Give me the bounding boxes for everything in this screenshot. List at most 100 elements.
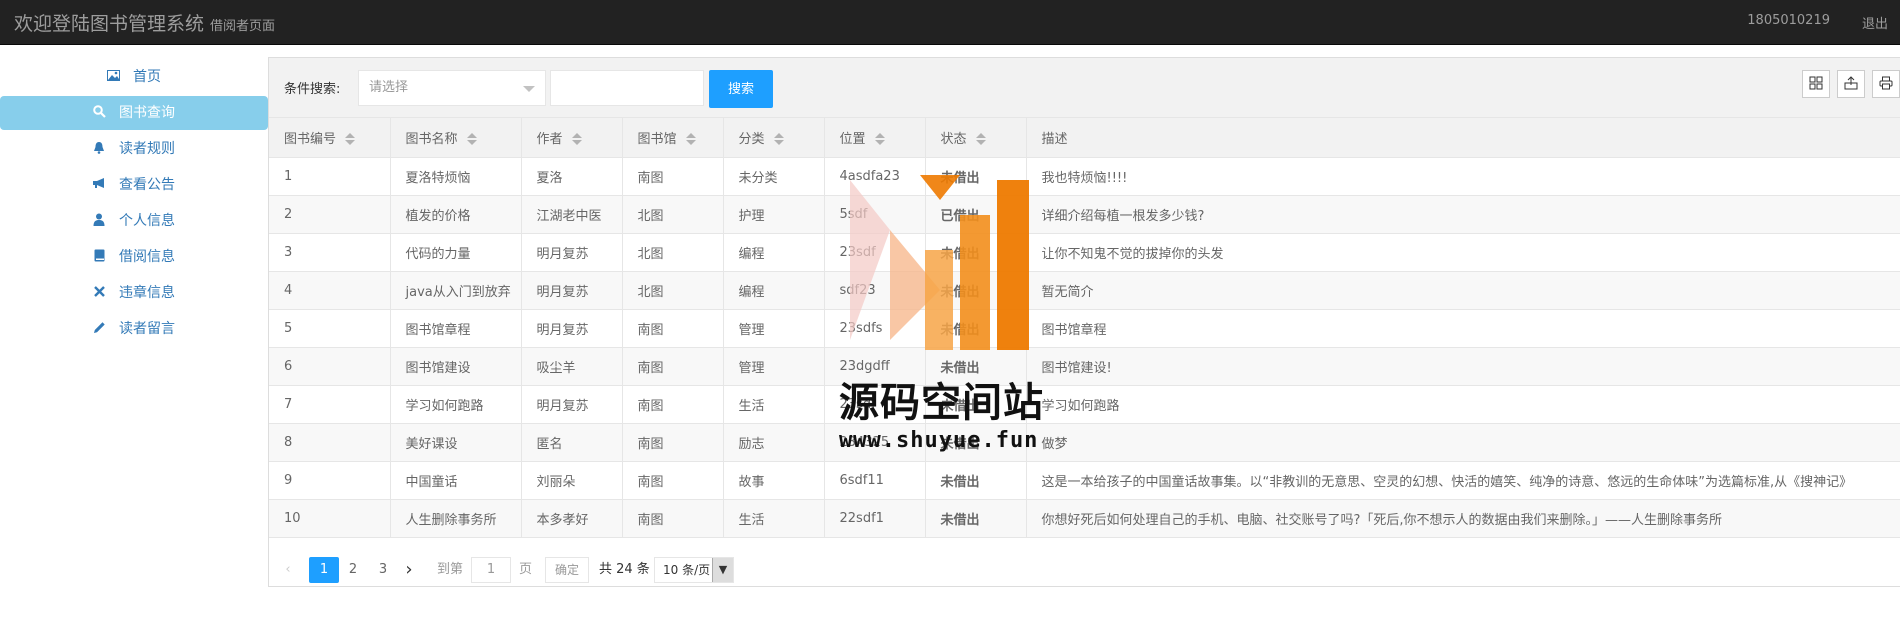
sidebar-item-home[interactable]: 首页	[0, 60, 268, 94]
sidebar-item-messages[interactable]: 读者留言	[0, 312, 268, 346]
table-row[interactable]: 1 夏洛特烦恼 夏洛 南图 未分类 4asdfa23 未借出 我也特烦恼!!!!	[269, 157, 1900, 196]
total-count: 共 24 条	[599, 562, 650, 577]
table-cell: 暂无简介	[1026, 271, 1900, 310]
remove-icon	[90, 276, 108, 310]
table-body: 1 夏洛特烦恼 夏洛 南图 未分类 4asdfa23 未借出 我也特烦恼!!!! 2 植发的价格江…	[269, 157, 1900, 538]
sidebar-item-label: 图书查询	[119, 105, 175, 121]
sidebar-item-label: 读者留言	[119, 321, 175, 337]
table-row[interactable]: 3 代码的力量 明月复苏 北图 编程 23sdf 未借出 让你不知鬼不觉的拔掉你的头发	[269, 233, 1900, 272]
search-button[interactable]: 搜索	[709, 70, 773, 108]
column-header[interactable]: 图书编号	[269, 118, 391, 158]
sort-icon[interactable]	[466, 133, 477, 146]
table-cell: 人生删除事务所	[390, 499, 522, 538]
column-header[interactable]: 位置	[824, 118, 926, 158]
export-icon[interactable]	[1837, 70, 1865, 98]
table-cell: 6	[269, 347, 391, 386]
table-row[interactable]: 2 植发的价格 江湖老中医 北图 护理 5sdf 已借出 详细介绍每植一根发多少钱?	[269, 195, 1900, 234]
main-panel: 条件搜索: 请选择 搜索 图书编号 图书名称 作者 图书馆 分类 位置 状态 描述 1 夏洛特烦…	[268, 57, 1900, 587]
sort-icon[interactable]	[571, 133, 582, 146]
user-icon	[90, 204, 108, 238]
prev-page-icon[interactable]: ‹	[281, 557, 295, 583]
page-size-select[interactable]: 10 条/页 ▼	[654, 557, 734, 583]
top-navbar: 欢迎登陆图书管理系统 借阅者页面 1805010219 退出	[0, 0, 1900, 45]
table-cell: 护理	[723, 195, 825, 234]
table-cell: 未借出	[925, 233, 1027, 272]
table-cell: 管理	[723, 309, 825, 348]
column-header[interactable]: 分类	[723, 118, 825, 158]
table-cell: 南图	[622, 309, 724, 348]
table-row[interactable]: 10 人生删除事务所 本多孝好 南图 生活 22sdf1 未借出 你想好死后如何处理自己的手机…	[269, 499, 1900, 538]
sidebar-item-personal-info[interactable]: 个人信息	[0, 204, 268, 238]
user-id[interactable]: 1805010219	[1747, 13, 1830, 28]
page-3-button[interactable]: 3	[371, 557, 395, 583]
page-subtitle: 借阅者页面	[210, 19, 276, 34]
sidebar-item-violations[interactable]: 违章信息	[0, 276, 268, 310]
table-cell: 23sdfs	[824, 309, 926, 348]
sort-icon[interactable]	[685, 133, 696, 146]
column-header-label: 作者	[536, 131, 563, 147]
sidebar-item-label: 违章信息	[119, 285, 175, 301]
print-icon[interactable]	[1872, 70, 1900, 98]
search-icon	[90, 96, 108, 130]
table-row[interactable]: 7 学习如何跑路 明月复苏 南图 生活 23sdf 未借出 学习如何跑路	[269, 385, 1900, 424]
column-header-label: 描述	[1041, 131, 1068, 147]
table-cell: 5	[269, 309, 391, 348]
table-cell: sdf23	[824, 271, 926, 310]
search-toolbar: 条件搜索: 请选择 搜索	[269, 58, 1900, 118]
table-cell: 让你不知鬼不觉的拔掉你的头发	[1026, 233, 1900, 272]
table-cell: 北图	[622, 271, 724, 310]
table-cell: 图书馆章程	[390, 309, 522, 348]
table-row[interactable]: 8 美好课设 匿名 南图 励志 234325 未借出 做梦	[269, 423, 1900, 462]
column-header[interactable]: 图书馆	[622, 118, 724, 158]
logout-link[interactable]: 退出	[1862, 13, 1888, 32]
table-cell: 南图	[622, 385, 724, 424]
table-cell: 2	[269, 195, 391, 234]
table-cell: 明月复苏	[521, 309, 623, 348]
table-cell: 本多孝好	[521, 499, 623, 538]
goto-page-input[interactable]: 1	[471, 557, 511, 583]
search-input[interactable]	[550, 70, 704, 106]
table-cell: 4asdfa23	[824, 157, 926, 196]
table-cell: 22sdf1	[824, 499, 926, 538]
goto-confirm-button[interactable]: 确定	[545, 557, 589, 583]
sidebar-item-reader-rules[interactable]: 读者规则	[0, 132, 268, 166]
table-cell: 管理	[723, 347, 825, 386]
table-cell: 8	[269, 423, 391, 462]
table-cell: 6sdf11	[824, 461, 926, 500]
table-cell: 详细介绍每植一根发多少钱?	[1026, 195, 1900, 234]
page-1-button[interactable]: 1	[309, 557, 339, 583]
pagination: ‹ 1 2 3 › 到第 1 页 确定 共 24 条 10 条/页 ▼	[269, 547, 1900, 587]
sort-icon[interactable]	[345, 133, 356, 146]
table-cell: 南图	[622, 499, 724, 538]
next-page-icon[interactable]: ›	[399, 557, 419, 583]
watermark-text: 源码空间站	[839, 380, 1044, 426]
sort-icon[interactable]	[874, 133, 885, 146]
sidebar-item-label: 个人信息	[119, 213, 175, 229]
page-2-button[interactable]: 2	[341, 557, 365, 583]
table-row[interactable]: 5 图书馆章程 明月复苏 南图 管理 23sdfs 未借出 图书馆章程	[269, 309, 1900, 348]
table-cell: 未借出	[925, 499, 1027, 538]
sidebar-item-notices[interactable]: 查看公告	[0, 168, 268, 202]
table-row[interactable]: 4 java从入门到放弃 明月复苏 北图 编程 sdf23 未借出 暂无简介	[269, 271, 1900, 310]
search-field-select[interactable]: 请选择	[358, 70, 546, 106]
app-title[interactable]: 欢迎登陆图书管理系统	[14, 9, 204, 36]
books-table: 图书编号 图书名称 作者 图书馆 分类 位置 状态 描述 1 夏洛特烦恼 夏洛 南图 未分类 4asdf…	[269, 118, 1900, 538]
table-cell: 中国童话	[390, 461, 522, 500]
sidebar-item-borrow-info[interactable]: 借阅信息	[0, 240, 268, 274]
sidebar-item-book-search[interactable]: 图书查询	[0, 96, 268, 130]
bullhorn-icon	[90, 168, 108, 202]
column-header[interactable]: 状态	[925, 118, 1027, 158]
table-cell: 3	[269, 233, 391, 272]
table-cell: 植发的价格	[390, 195, 522, 234]
table-row[interactable]: 9 中国童话 刘丽朵 南图 故事 6sdf11 未借出 这是一本给孩子的中国童话故事集。以“非…	[269, 461, 1900, 500]
column-header[interactable]: 图书名称	[390, 118, 522, 158]
sort-icon[interactable]	[975, 133, 986, 146]
table-cell: 未借出	[925, 157, 1027, 196]
column-header[interactable]: 描述	[1026, 118, 1900, 158]
column-header[interactable]: 作者	[521, 118, 623, 158]
table-cell: 南图	[622, 423, 724, 462]
table-row[interactable]: 6 图书馆建设 吸尘羊 南图 管理 23dgdff 未借出 图书馆建设!	[269, 347, 1900, 386]
sort-icon[interactable]	[773, 133, 784, 146]
column-filter-icon[interactable]	[1802, 70, 1830, 98]
sidebar-item-label: 首页	[133, 69, 161, 85]
